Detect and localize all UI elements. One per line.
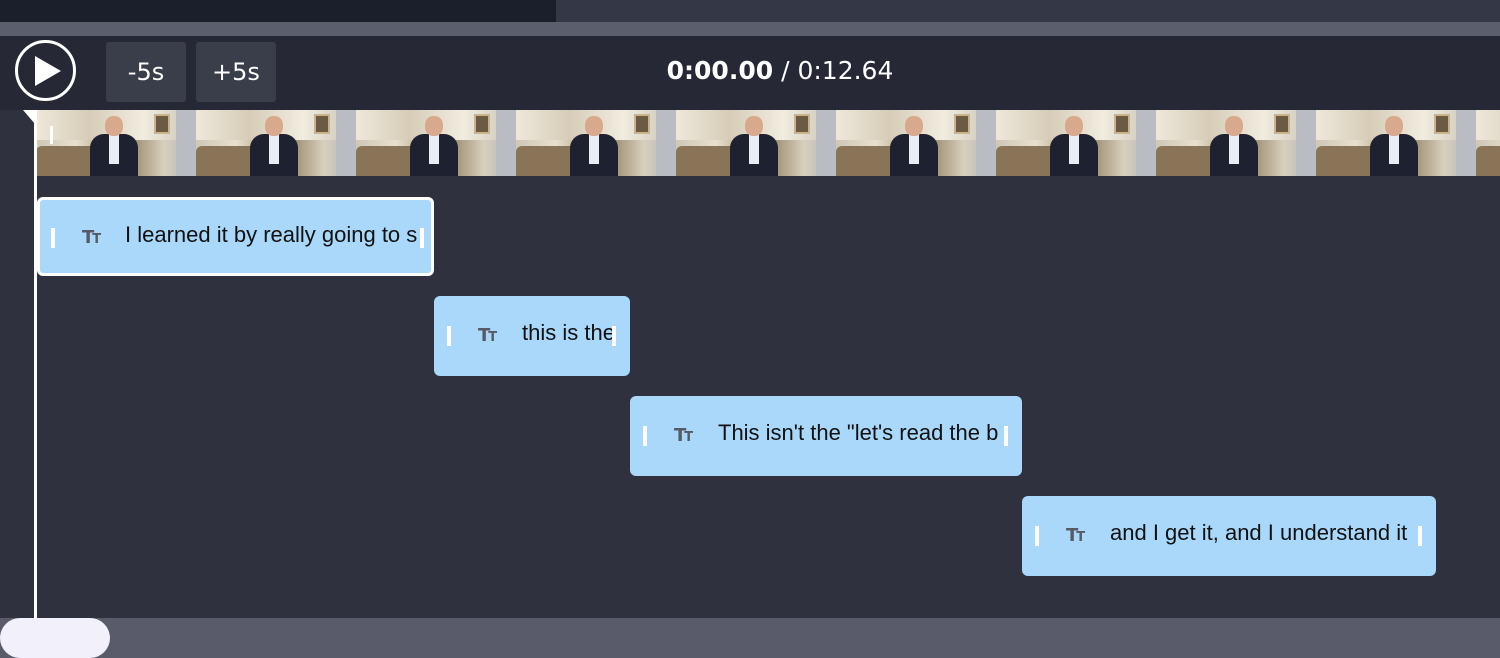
- caption-block[interactable]: TT I learned it by really going to s: [37, 197, 434, 276]
- current-time: 0:00.00: [666, 56, 774, 85]
- caption-block[interactable]: TT this is the: [434, 296, 630, 376]
- playhead-marker[interactable]: [23, 110, 35, 124]
- video-thumbnail-frame: [836, 110, 996, 176]
- top-bar: [0, 0, 1500, 22]
- playback-controls: -5s +5s 0:00.00 / 0:12.64: [0, 36, 1500, 110]
- panel-resize-divider[interactable]: [0, 22, 1500, 53]
- timeline-scrollbar[interactable]: [0, 618, 1500, 658]
- text-caption-icon: TT: [478, 325, 497, 346]
- caption-trim-start-handle[interactable]: [447, 326, 451, 346]
- caption-text: this is the: [522, 320, 615, 345]
- timecode: 0:00.00 / 0:12.64: [0, 56, 1500, 85]
- video-thumbnail-frame: [1156, 110, 1316, 176]
- caption-track: TT I learned it by really going to s TT …: [0, 176, 1500, 618]
- video-thumbnail-frame: [676, 110, 836, 176]
- video-thumbnail-frame: [996, 110, 1156, 176]
- caption-block[interactable]: TT This isn't the "let's read the b: [630, 396, 1022, 476]
- caption-block[interactable]: TT and I get it, and I understand it: [1022, 496, 1436, 576]
- total-time: 0:12.64: [797, 56, 894, 85]
- caption-trim-end-handle[interactable]: [612, 326, 616, 346]
- caption-text: This isn't the "let's read the b: [718, 420, 999, 445]
- top-bar-dark-region: [0, 0, 556, 22]
- caption-trim-end-handle[interactable]: [420, 228, 424, 248]
- playhead-line[interactable]: [34, 110, 37, 618]
- video-thumbnail-frame: [196, 110, 356, 176]
- time-separator: /: [773, 56, 798, 85]
- caption-trim-end-handle[interactable]: [1004, 426, 1008, 446]
- text-caption-icon: TT: [82, 227, 101, 248]
- caption-trim-end-handle[interactable]: [1418, 526, 1422, 546]
- text-caption-icon: TT: [1066, 525, 1085, 546]
- caption-trim-start-handle[interactable]: [51, 228, 55, 248]
- video-thumbnail-frame: [1476, 110, 1500, 176]
- caption-text: I learned it by really going to s: [125, 222, 418, 247]
- video-thumbnail-frame: [1316, 110, 1476, 176]
- playhead-handle[interactable]: [50, 126, 53, 144]
- caption-text: and I get it, and I understand it: [1110, 520, 1408, 545]
- video-filmstrip[interactable]: [36, 110, 1500, 176]
- video-thumbnail-frame: [36, 110, 196, 176]
- caption-trim-start-handle[interactable]: [1035, 526, 1039, 546]
- video-thumbnail-frame: [516, 110, 676, 176]
- video-thumbnail-frame: [356, 110, 516, 176]
- text-caption-icon: TT: [674, 425, 693, 446]
- timeline-scrollbar-thumb[interactable]: [0, 618, 110, 658]
- caption-trim-start-handle[interactable]: [643, 426, 647, 446]
